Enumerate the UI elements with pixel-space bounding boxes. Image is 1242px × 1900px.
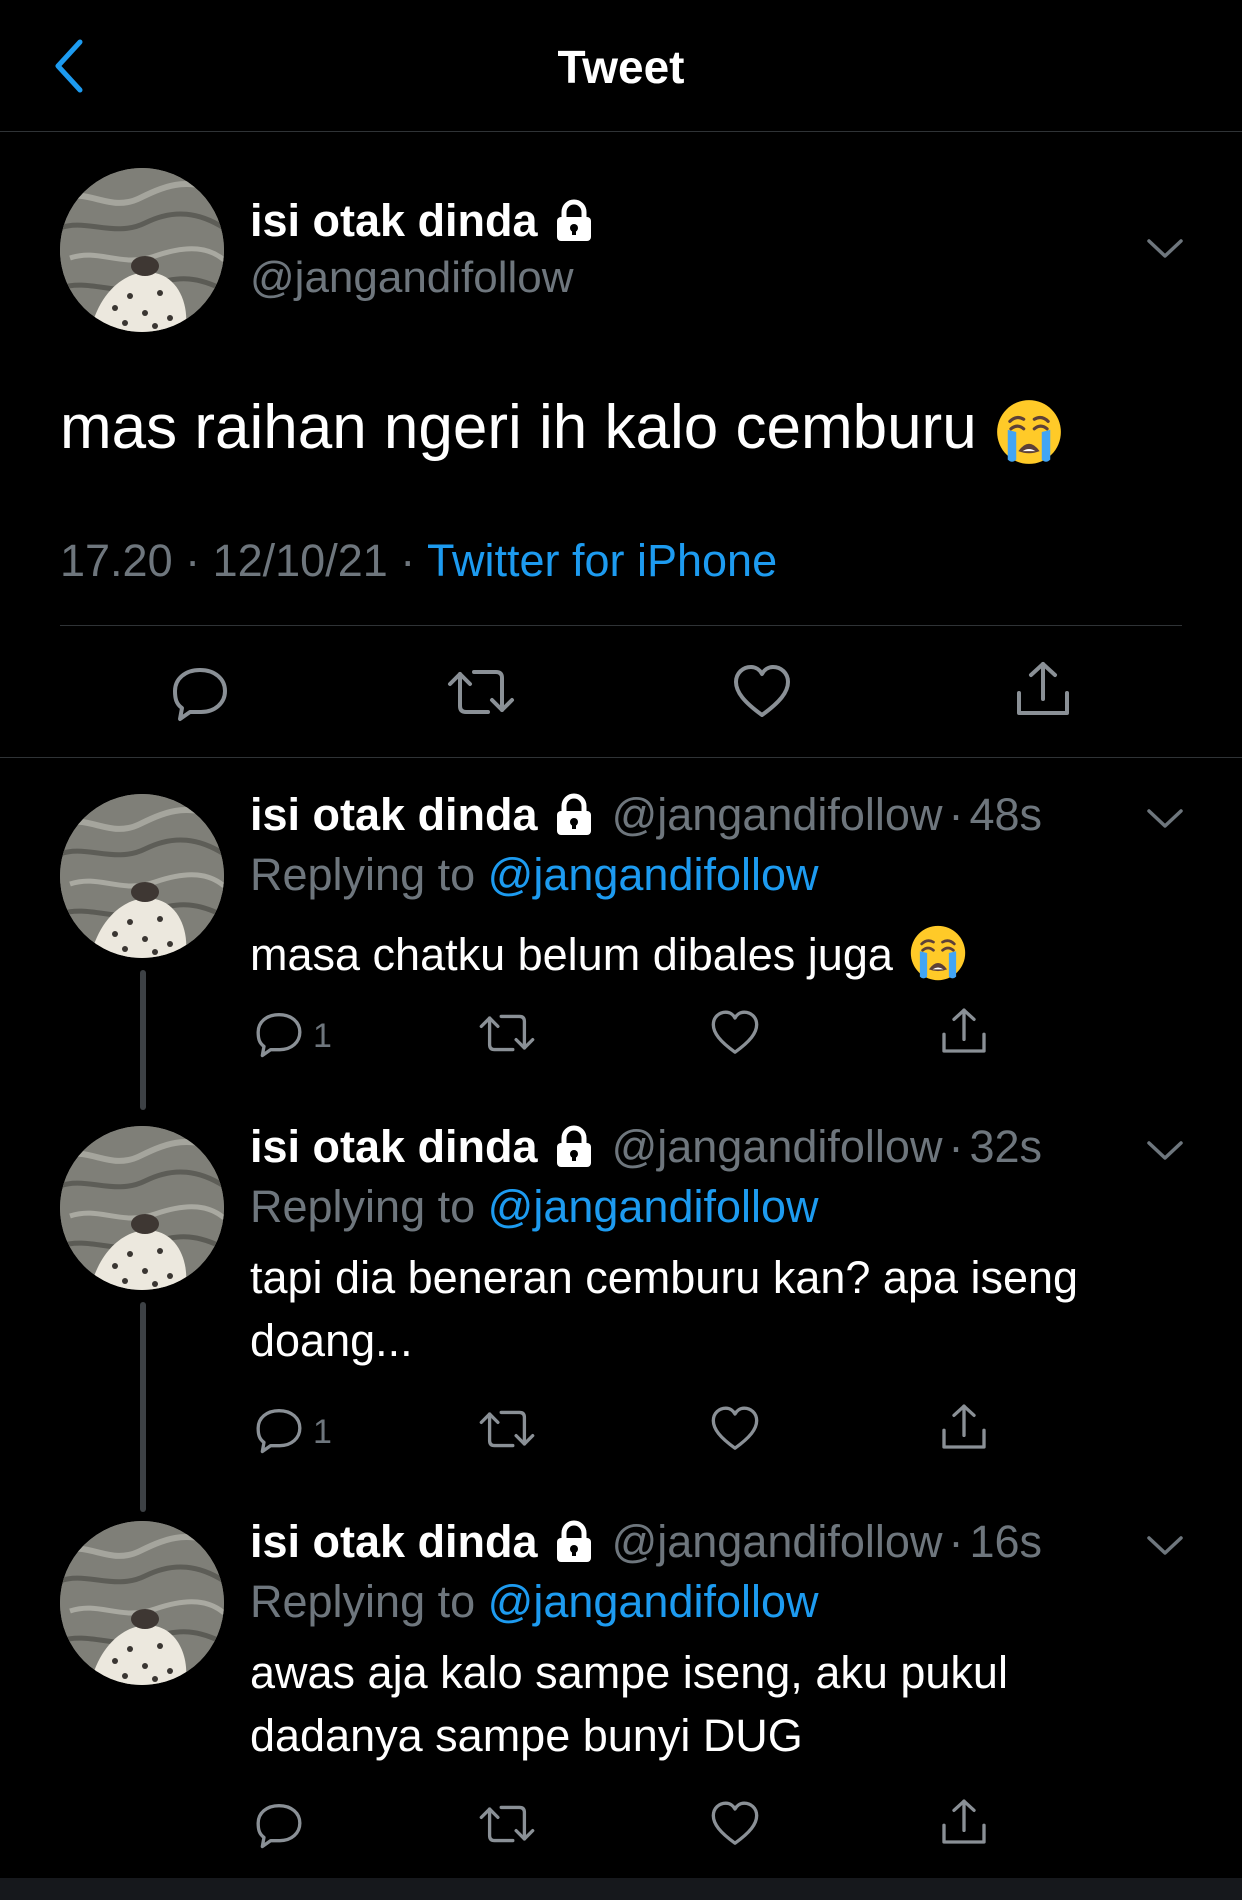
main-tweet: isi otak dinda @jangandifollow mas raiha… bbox=[0, 132, 1242, 758]
like-button[interactable] bbox=[710, 1404, 760, 1454]
tweet-text-content: mas raihan ngeri ih kalo cemburu bbox=[60, 393, 977, 462]
reply-button[interactable] bbox=[254, 1008, 304, 1058]
reply-tweet[interactable]: isi otak dinda @jangandifollow · 16s Rep… bbox=[0, 1516, 1242, 1861]
separator-dot: · bbox=[948, 1516, 964, 1567]
author-name[interactable]: isi otak dinda bbox=[250, 1515, 538, 1569]
tweet-text: tapi dia beneran cemburu kan? apa iseng … bbox=[250, 1252, 1079, 1366]
reply-header: isi otak dinda @jangandifollow · 16s bbox=[250, 1513, 1042, 1571]
loudly-crying-face-emoji bbox=[995, 398, 1063, 466]
tweet-text: masa chatku belum dibales juga bbox=[250, 924, 1150, 985]
separator-dot: · bbox=[948, 789, 964, 840]
profile-photo bbox=[60, 1126, 224, 1290]
profile-photo bbox=[60, 794, 224, 958]
retweet-icon bbox=[478, 1799, 536, 1849]
bottom-edge bbox=[0, 1878, 1242, 1900]
avatar[interactable] bbox=[60, 168, 224, 332]
author-name[interactable]: isi otak dinda bbox=[250, 788, 538, 842]
reply-header: isi otak dinda @jangandifollow · 48s bbox=[250, 786, 1042, 844]
reply-button[interactable] bbox=[170, 662, 230, 722]
reply-tweet[interactable]: isi otak dinda @jangandifollow · 32s Rep… bbox=[0, 1121, 1242, 1512]
share-icon bbox=[939, 1797, 989, 1847]
reply-button[interactable] bbox=[254, 1404, 304, 1454]
author-handle[interactable]: @jangandifollow bbox=[612, 1120, 943, 1174]
reply-bubble-icon bbox=[254, 1404, 304, 1454]
chevron-down-icon[interactable] bbox=[1145, 806, 1185, 832]
share-button[interactable] bbox=[939, 1402, 989, 1452]
chevron-down-icon[interactable] bbox=[1145, 1138, 1185, 1164]
retweet-icon bbox=[478, 1404, 536, 1454]
like-button[interactable] bbox=[710, 1799, 760, 1849]
share-button[interactable] bbox=[939, 1006, 989, 1056]
tweet-meta: 17.20 · 12/10/21 · Twitter for iPhone bbox=[60, 534, 777, 588]
separator-dot: · bbox=[948, 1121, 964, 1172]
lock-icon bbox=[552, 199, 596, 243]
chevron-down-icon[interactable] bbox=[1145, 1533, 1185, 1559]
retweet-button[interactable] bbox=[478, 1404, 536, 1454]
replying-to-label: Replying to bbox=[250, 849, 488, 900]
author-handle[interactable]: @jangandifollow bbox=[612, 1515, 943, 1569]
retweet-button[interactable] bbox=[478, 1008, 536, 1058]
share-icon bbox=[1013, 659, 1073, 719]
avatar[interactable] bbox=[60, 1126, 224, 1290]
thread-line bbox=[140, 970, 146, 1110]
heart-icon bbox=[710, 1799, 760, 1849]
tweet-source-link[interactable]: Twitter for iPhone bbox=[427, 535, 777, 586]
page-title: Tweet bbox=[557, 41, 685, 93]
author-name-row[interactable]: isi otak dinda bbox=[250, 195, 596, 247]
reply-header: isi otak dinda @jangandifollow · 32s bbox=[250, 1118, 1042, 1176]
thread-line bbox=[140, 1302, 146, 1512]
author-handle[interactable]: @jangandifollow bbox=[250, 252, 574, 304]
reply-count: 1 bbox=[313, 1413, 332, 1451]
profile-photo bbox=[60, 1521, 224, 1685]
share-button[interactable] bbox=[939, 1797, 989, 1847]
tweet-text: awas aja kalo sampe iseng, aku pukul dad… bbox=[250, 1647, 1008, 1761]
avatar[interactable] bbox=[60, 1521, 224, 1685]
author-name[interactable]: isi otak dinda bbox=[250, 195, 538, 247]
lock-icon bbox=[552, 1520, 596, 1564]
mention-link[interactable]: @jangandifollow bbox=[488, 1576, 819, 1627]
reply-tweet[interactable]: isi otak dinda @jangandifollow · 48s Rep… bbox=[0, 789, 1242, 1110]
lock-icon bbox=[552, 793, 596, 837]
share-icon bbox=[939, 1006, 989, 1056]
replying-to: Replying to @jangandifollow bbox=[250, 1575, 819, 1629]
retweet-button[interactable] bbox=[446, 662, 516, 722]
reply-bubble-icon bbox=[170, 662, 230, 722]
reply-button[interactable] bbox=[254, 1799, 304, 1849]
divider bbox=[60, 625, 1182, 626]
reply-count: 1 bbox=[313, 1017, 332, 1055]
like-button[interactable] bbox=[732, 662, 792, 722]
replying-to-label: Replying to bbox=[250, 1576, 488, 1627]
author-handle[interactable]: @jangandifollow bbox=[612, 788, 943, 842]
lock-icon bbox=[552, 1125, 596, 1169]
author-name[interactable]: isi otak dinda bbox=[250, 1120, 538, 1174]
share-icon bbox=[939, 1402, 989, 1452]
tweet-time: 16s bbox=[969, 1516, 1043, 1567]
mention-link[interactable]: @jangandifollow bbox=[488, 1181, 819, 1232]
profile-photo bbox=[60, 168, 224, 332]
retweet-icon bbox=[446, 662, 516, 722]
like-button[interactable] bbox=[710, 1008, 760, 1058]
retweet-button[interactable] bbox=[478, 1799, 536, 1849]
heart-icon bbox=[732, 662, 792, 722]
retweet-icon bbox=[478, 1008, 536, 1058]
replying-to: Replying to @jangandifollow bbox=[250, 848, 819, 902]
avatar[interactable] bbox=[60, 794, 224, 958]
loudly-crying-face-emoji bbox=[909, 924, 967, 982]
replying-to: Replying to @jangandifollow bbox=[250, 1180, 819, 1234]
heart-icon bbox=[710, 1008, 760, 1058]
replying-to-label: Replying to bbox=[250, 1181, 488, 1232]
heart-icon bbox=[710, 1404, 760, 1454]
tweet-timestamp: 17.20 · 12/10/21 · bbox=[60, 535, 427, 586]
top-nav-bar: Tweet bbox=[0, 0, 1242, 132]
mention-link[interactable]: @jangandifollow bbox=[488, 849, 819, 900]
reply-bubble-icon bbox=[254, 1008, 304, 1058]
tweet-text: mas raihan ngeri ih kalo cemburu bbox=[60, 390, 1063, 466]
tweet-time: 48s bbox=[969, 789, 1043, 840]
reply-bubble-icon bbox=[254, 1799, 304, 1849]
chevron-down-icon[interactable] bbox=[1145, 236, 1185, 262]
tweet-time: 32s bbox=[969, 1121, 1043, 1172]
share-button[interactable] bbox=[1013, 659, 1073, 719]
tweet-text-content: masa chatku belum dibales juga bbox=[250, 929, 893, 980]
